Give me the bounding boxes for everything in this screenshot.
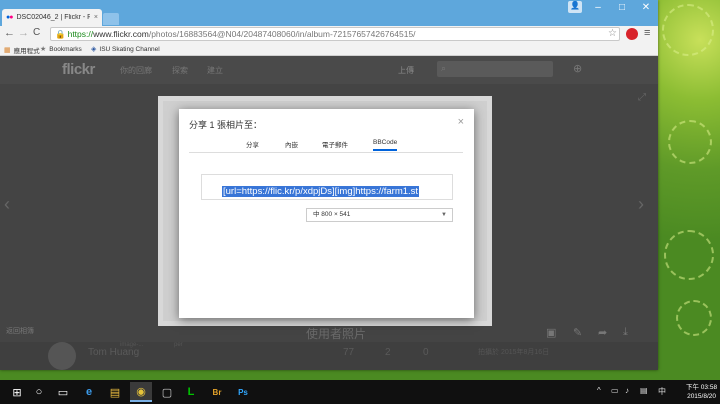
start-icon[interactable]: ⊞ — [6, 382, 28, 402]
upload-link[interactable]: 上傳 — [398, 65, 414, 76]
keyboard-icon[interactable]: ▤ — [640, 386, 648, 395]
clock-time: 下午 03:58 — [686, 384, 718, 391]
next-photo-icon[interactable]: › — [638, 194, 644, 215]
close-icon[interactable]: × — [458, 116, 464, 128]
nav-explore[interactable]: 探索 — [172, 65, 188, 76]
browser-toolbar: ← → C 🔒 https://www.flickr.com/photos/168… — [0, 26, 658, 43]
volume-icon[interactable]: ♪ — [625, 386, 629, 395]
bookmark-label: ISU Skating Channel — [99, 45, 160, 53]
clock-date: 2015/8/20 — [687, 393, 716, 400]
wallpaper-pattern — [676, 300, 712, 336]
browser-tab[interactable]: ●● DSC02046_2 | Flickr - Ph × — [2, 9, 102, 26]
bookmark-star-icon[interactable]: ☆ — [608, 28, 617, 39]
bookmark-label: 應用程式 — [13, 48, 40, 55]
task-view-icon[interactable]: ▭ — [52, 382, 74, 402]
browser-window: ●● DSC02046_2 | Flickr - Ph × 👤 – □ ✕ ← … — [0, 0, 658, 370]
views-count: 77 — [343, 347, 355, 358]
faves-count: 2 — [385, 347, 391, 358]
tab-share[interactable]: 分享 — [246, 139, 259, 152]
photo-info-strip: image-... per Tom Huang 77 2 0 拍攝於 2015年… — [0, 342, 658, 370]
bookmark-label: Bookmarks — [49, 45, 82, 53]
tab-title: DSC02046_2 | Flickr - Ph — [16, 14, 90, 21]
photoshop-icon[interactable]: Ps — [232, 382, 254, 402]
close-button[interactable]: ✕ — [634, 2, 658, 13]
store-icon[interactable]: ▢ — [156, 382, 178, 402]
flickr-header: flickr 你的回廊 探索 建立 上傳 ⌕ ⊕ — [0, 56, 658, 84]
wallpaper-pattern — [662, 4, 714, 56]
extension-icon[interactable] — [626, 28, 638, 40]
back-icon[interactable]: ← — [4, 27, 15, 39]
owner-name[interactable]: Tom Huang — [88, 347, 139, 358]
browser-titlebar: ●● DSC02046_2 | Flickr - Ph × 👤 – □ ✕ — [0, 0, 658, 26]
notifications-icon[interactable]: ⊕ — [573, 62, 582, 75]
tab-close-icon[interactable]: × — [94, 14, 102, 21]
tab-email[interactable]: 電子郵件 — [322, 139, 348, 152]
edit-icon[interactable]: ✎ — [573, 326, 582, 339]
wallpaper-pattern — [664, 230, 714, 280]
apps-icon: ▦ — [4, 47, 11, 54]
bookmark-bookmarks[interactable]: ★ Bookmarks — [40, 45, 82, 54]
expand-icon[interactable]: ⤢ — [638, 92, 646, 103]
comments-count: 0 — [423, 347, 429, 358]
lock-icon: 🔒 — [55, 29, 66, 39]
battery-icon[interactable]: ▭ — [611, 386, 619, 395]
flickr-logo[interactable]: flickr — [62, 61, 95, 78]
url-path: /photos/16883564@N04/20487408060/in/albu… — [148, 29, 416, 39]
wallpaper-pattern — [668, 120, 712, 164]
line-icon[interactable]: L — [180, 382, 202, 402]
clock[interactable]: 下午 03:58 2015/8/20 — [686, 383, 717, 401]
chrome-icon[interactable]: ◉ — [130, 382, 152, 402]
search-icon: ⌕ — [441, 63, 447, 73]
share-dialog: 分享 1 張相片至： × 分享 內嵌 電子郵件 BBCode [url=http… — [179, 109, 474, 318]
new-tab-button[interactable] — [103, 13, 119, 25]
minimize-button[interactable]: – — [586, 2, 610, 13]
reload-icon[interactable]: C — [33, 27, 40, 38]
previous-photo-icon[interactable]: ‹ — [4, 194, 10, 215]
size-select-value: 中 800 × 541 — [313, 211, 351, 218]
bookmarks-bar: ▦ 應用程式 ★ Bookmarks ◈ ISU Skating Channel — [0, 43, 658, 56]
search-input[interactable]: ⌕ — [437, 61, 553, 77]
size-select[interactable]: 中 800 × 541 ▼ — [306, 208, 453, 222]
url-scheme: https:// — [67, 29, 94, 39]
slideshow-icon[interactable]: ▣ — [546, 326, 556, 339]
star-icon: ★ — [40, 46, 47, 53]
bbcode-field[interactable]: [url=https://flic.kr/p/xdpjDs][img]https… — [201, 174, 453, 200]
file-explorer-icon[interactable]: ▤ — [104, 382, 126, 402]
back-to-album-link[interactable]: 返回相簿 — [6, 326, 34, 336]
share-tabs: 分享 內嵌 電子郵件 BBCode — [189, 139, 463, 153]
photo-caption: 使用者照片 — [306, 327, 367, 341]
forward-icon[interactable]: → — [18, 27, 29, 39]
nav-create[interactable]: 建立 — [207, 65, 223, 76]
tray-expand-icon[interactable]: ^ — [597, 386, 601, 395]
ime-indicator[interactable]: 中 — [658, 386, 666, 397]
user-profile-icon[interactable]: 👤 — [568, 1, 582, 13]
owner-sub-text: per — [174, 342, 183, 348]
bookmark-apps[interactable]: ▦ 應用程式 — [4, 45, 40, 55]
share-icon[interactable]: ➦ — [598, 326, 607, 339]
taken-date: 拍攝於 2015年8月16日 — [478, 349, 550, 356]
edge-icon[interactable]: e — [78, 382, 100, 402]
download-icon[interactable]: ⤓ — [623, 326, 628, 339]
tab-bbcode[interactable]: BBCode — [373, 139, 398, 151]
isu-icon: ◈ — [91, 46, 97, 53]
chevron-down-icon: ▼ — [441, 212, 447, 218]
url-host: www.flickr.com — [93, 29, 149, 39]
menu-icon[interactable]: ≡ — [644, 27, 650, 39]
dialog-title: 分享 1 張相片至： — [189, 120, 263, 130]
bookmark-isu-skating[interactable]: ◈ ISU Skating Channel — [91, 45, 160, 54]
tab-embed[interactable]: 內嵌 — [285, 139, 298, 152]
search-icon[interactable]: ○ — [28, 382, 50, 402]
flickr-favicon: ●● — [6, 14, 14, 21]
bbcode-text: [url=https://flic.kr/p/xdpjDs][img]https… — [222, 186, 420, 197]
address-bar[interactable]: 🔒 https://www.flickr.com/photos/16883564@… — [50, 27, 620, 41]
maximize-button[interactable]: □ — [610, 2, 634, 13]
bridge-icon[interactable]: Br — [206, 382, 228, 402]
nav-your-gallery[interactable]: 你的回廊 — [120, 65, 152, 76]
avatar[interactable] — [48, 342, 76, 370]
taskbar: ⊞ ○ ▭ e ▤ ◉ ▢ L Br Ps ^ ▭ ♪ ▤ 中 下午 03:58… — [0, 380, 720, 404]
